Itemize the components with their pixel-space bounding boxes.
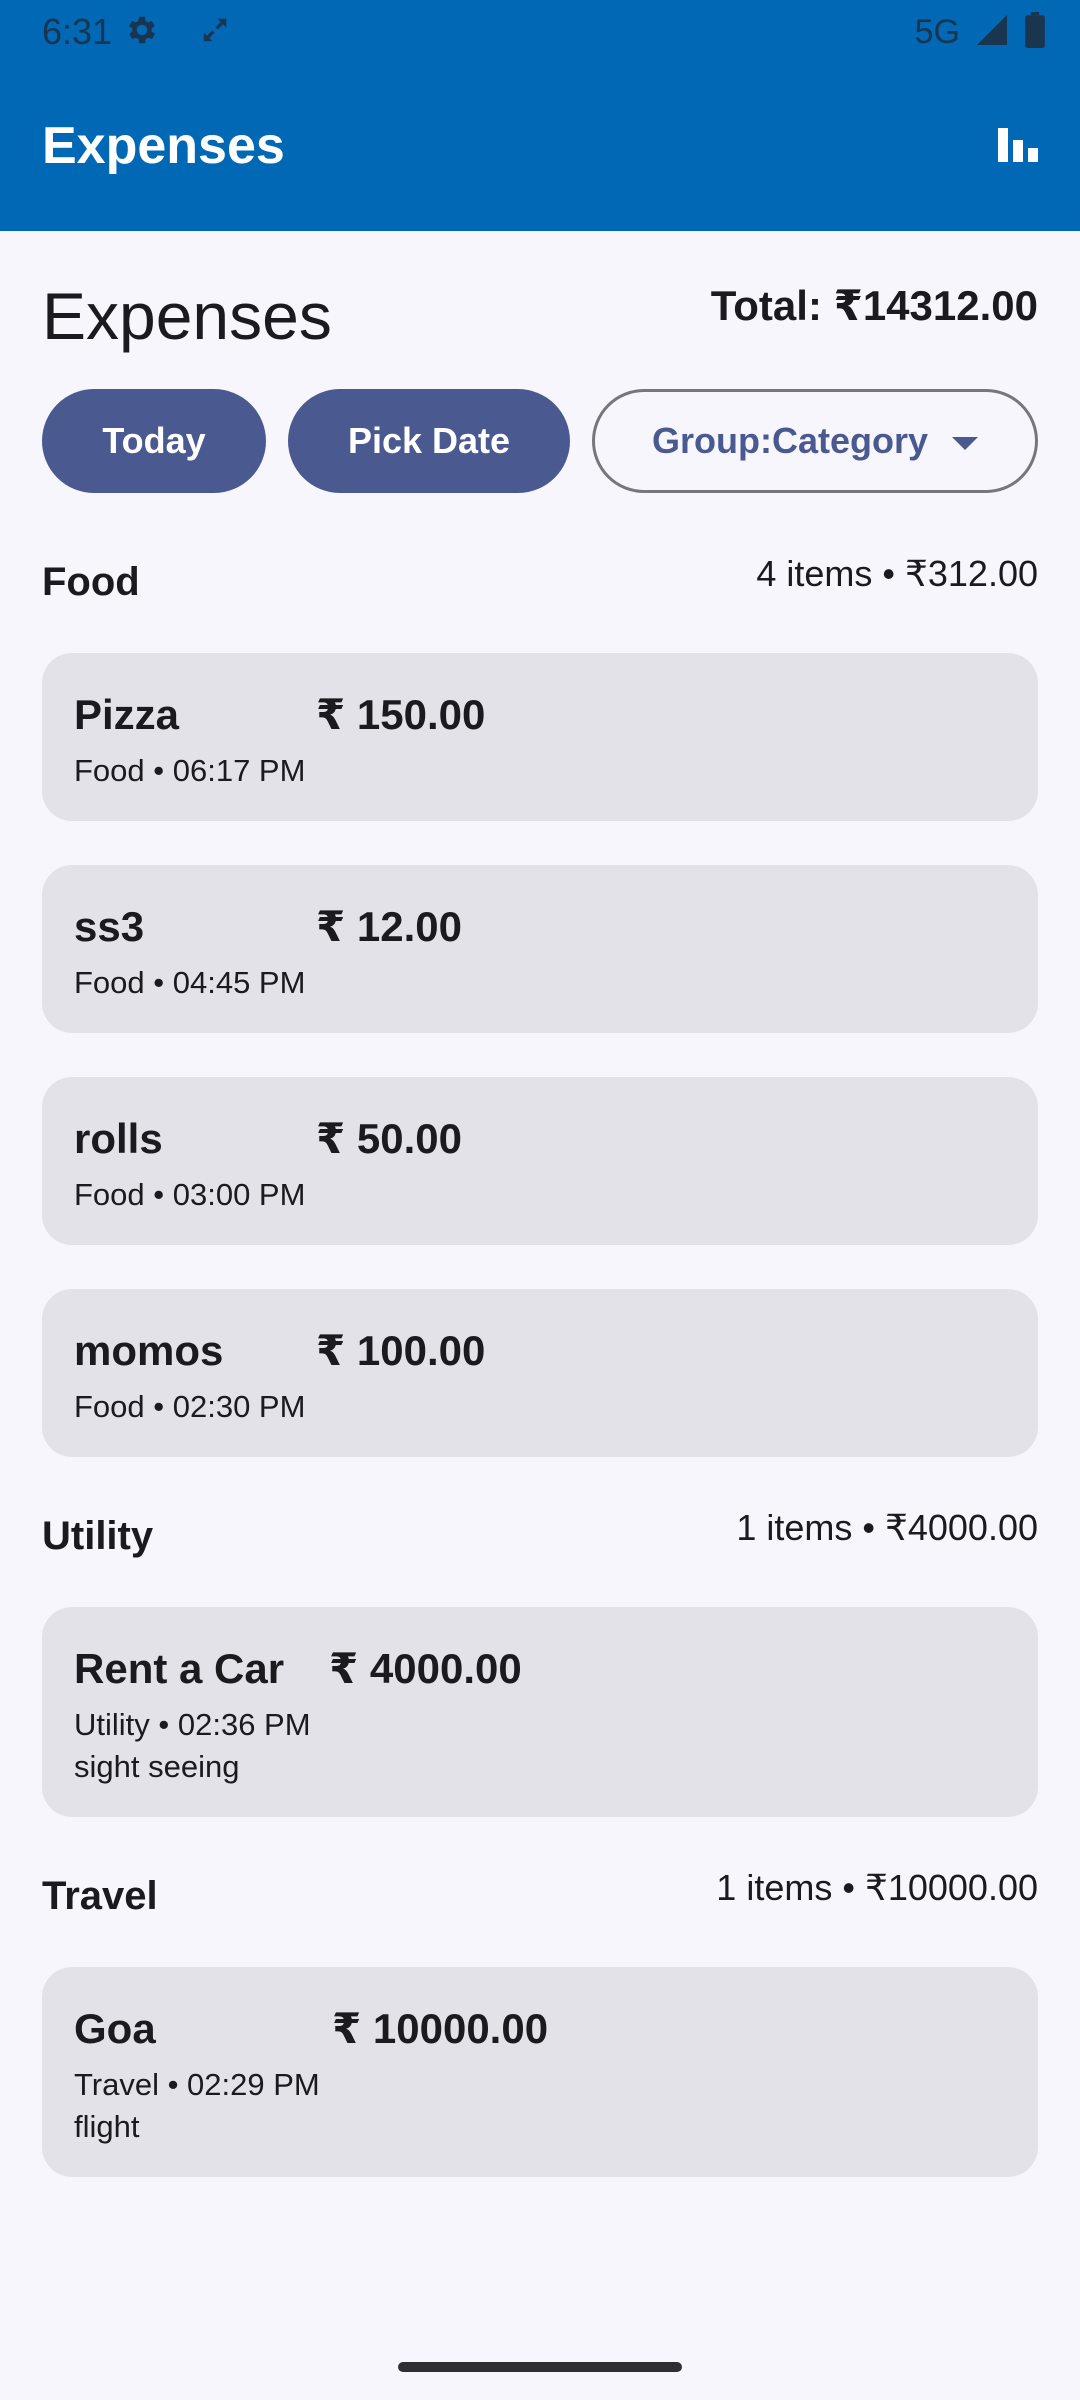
- status-left-icons: [124, 12, 230, 53]
- sync-icon: [200, 15, 230, 50]
- expense-card[interactable]: rolls ₹ 50.00 Food • 03:00 PM: [42, 1077, 1038, 1245]
- expense-meta: Food • 04:45 PM: [74, 965, 306, 1000]
- group-summary: 4 items • ₹312.00: [756, 553, 1038, 594]
- dropdown-arrow-icon: [952, 436, 978, 450]
- expense-card[interactable]: Rent a Car ₹ 4000.00 Utility • 02:36 PM …: [42, 1607, 1038, 1817]
- expense-name: rolls: [74, 1115, 163, 1162]
- bar-chart-icon: [994, 120, 1042, 173]
- expense-amount: ₹ 4000.00: [329, 1645, 522, 1692]
- group-summary: 1 items • ₹10000.00: [716, 1867, 1038, 1908]
- expense-note: flight: [74, 2109, 140, 2144]
- expense-name: ss3: [74, 903, 145, 950]
- network-type: 5G: [914, 13, 960, 51]
- expense-name: Rent a Car: [74, 1645, 285, 1692]
- home-indicator[interactable]: [398, 2362, 682, 2372]
- filter-bar: Today Pick Date Group:Category: [42, 389, 1038, 493]
- expense-note: sight seeing: [74, 1749, 240, 1784]
- expense-meta: Food • 03:00 PM: [74, 1177, 306, 1212]
- expense-name: Pizza: [74, 691, 180, 738]
- settings-icon: [124, 12, 160, 53]
- pick-date-button-label: Pick Date: [347, 420, 511, 461]
- expense-meta: Utility • 02:36 PM: [74, 1707, 311, 1742]
- chart-button[interactable]: [990, 118, 1046, 174]
- group-header-utility: Utility 1 items • ₹4000.00: [42, 1500, 1038, 1564]
- group-header-travel: Travel 1 items • ₹10000.00: [42, 1860, 1038, 1924]
- total-amount: Total: ₹14312.00: [710, 282, 1038, 329]
- expense-meta: Food • 06:17 PM: [74, 753, 306, 788]
- app-bar: 6:31 5G Expenses: [0, 0, 1080, 231]
- page-title: Expenses: [42, 279, 332, 353]
- status-time: 6:31: [42, 11, 113, 52]
- group-by-label: Group:Category: [651, 420, 928, 461]
- expense-card[interactable]: Goa ₹ 10000.00 Travel • 02:29 PM flight: [42, 1967, 1038, 2177]
- group-name: Food: [42, 560, 140, 604]
- group-name: Travel: [42, 1874, 158, 1918]
- group-header-food: Food 4 items • ₹312.00: [42, 546, 1038, 610]
- group-by-dropdown[interactable]: Group:Category: [592, 389, 1038, 493]
- expense-amount: ₹ 100.00: [316, 1327, 486, 1374]
- summary-header: Expenses Total: ₹14312.00: [42, 276, 1038, 356]
- group-summary: 1 items • ₹4000.00: [736, 1507, 1038, 1548]
- status-right: 5G: [915, 10, 1046, 54]
- today-button[interactable]: Today: [42, 389, 266, 493]
- pick-date-button[interactable]: Pick Date: [288, 389, 570, 493]
- expense-meta: Food • 02:30 PM: [74, 1389, 306, 1424]
- signal-icon: [974, 12, 1010, 53]
- expense-card[interactable]: momos ₹ 100.00 Food • 02:30 PM: [42, 1289, 1038, 1457]
- expense-amount: ₹ 150.00: [316, 691, 486, 738]
- expense-meta: Travel • 02:29 PM: [74, 2067, 320, 2102]
- group-name: Utility: [42, 1514, 154, 1558]
- expense-amount: ₹ 10000.00: [332, 2005, 549, 2052]
- app-bar-title: Expenses: [42, 117, 285, 175]
- battery-icon: [1024, 11, 1046, 53]
- expense-amount: ₹ 50.00: [316, 1115, 462, 1162]
- today-button-label: Today: [102, 420, 206, 461]
- expense-name: Goa: [74, 2005, 156, 2052]
- expense-card[interactable]: Pizza ₹ 150.00 Food • 06:17 PM: [42, 653, 1038, 821]
- expense-name: momos: [74, 1327, 224, 1374]
- expense-card[interactable]: ss3 ₹ 12.00 Food • 04:45 PM: [42, 865, 1038, 1033]
- expense-amount: ₹ 12.00: [316, 903, 462, 950]
